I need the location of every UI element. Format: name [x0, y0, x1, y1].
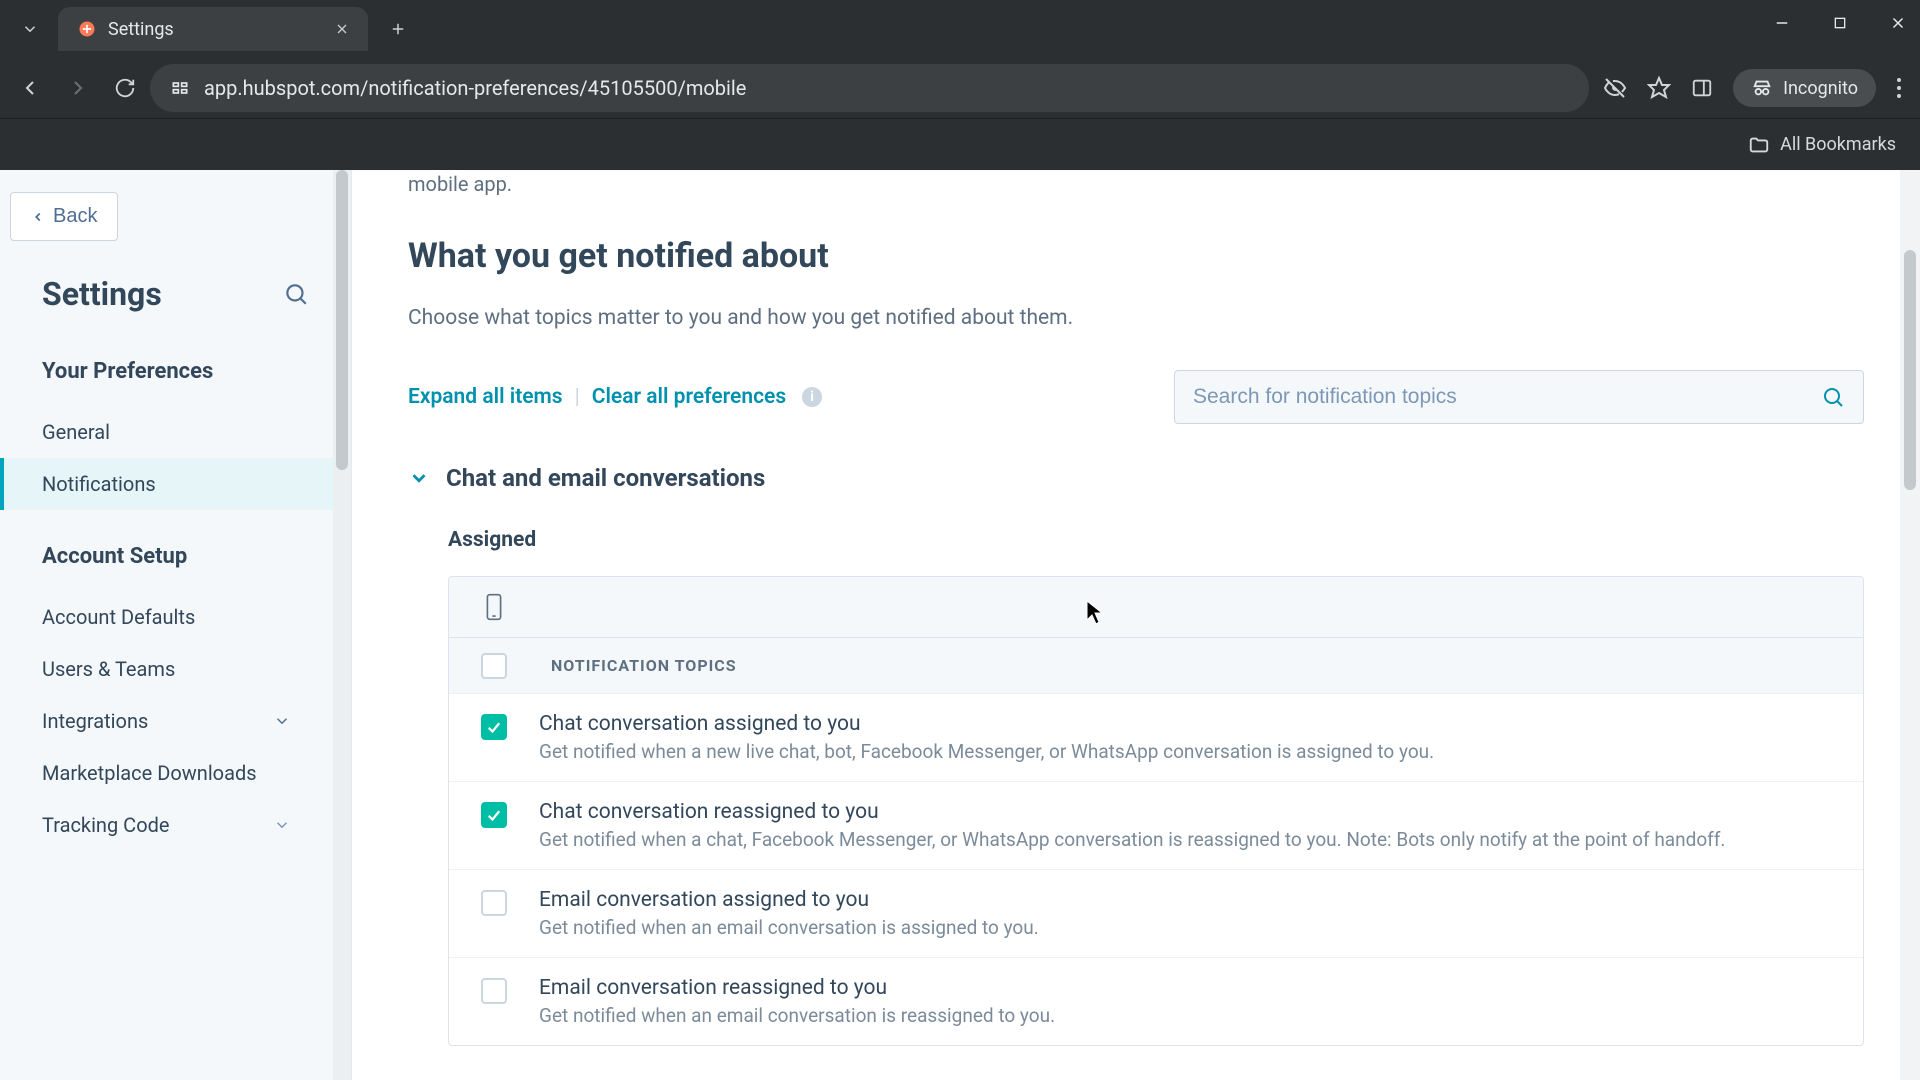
- select-all-checkbox[interactable]: [481, 653, 507, 679]
- topic-chat-email[interactable]: Chat and email conversations: [408, 464, 1864, 492]
- url-text: app.hubspot.com/notification-preferences…: [204, 76, 746, 100]
- search-topics-box[interactable]: [1174, 370, 1864, 424]
- tab-strip: Settings: [0, 0, 1920, 58]
- bookmarks-folder-icon: [1748, 134, 1770, 156]
- all-bookmarks-button[interactable]: All Bookmarks: [1780, 134, 1896, 155]
- sidebar-item-marketplace-downloads[interactable]: Marketplace Downloads: [0, 747, 351, 799]
- chevron-down-icon: [408, 467, 430, 489]
- bookmarks-bar: All Bookmarks: [0, 118, 1920, 170]
- nav-reload-button[interactable]: [114, 77, 136, 99]
- settings-title: Settings: [42, 275, 162, 313]
- sidebar-item-users-teams[interactable]: Users & Teams: [0, 643, 351, 695]
- row-title: Chat conversation reassigned to you: [539, 800, 1839, 824]
- incognito-icon: [1751, 77, 1773, 99]
- sidebar-section-preferences: Your Preferences: [0, 359, 351, 384]
- table-row: Email conversation assigned to you Get n…: [449, 869, 1863, 957]
- sidebar-scrollbar[interactable]: [333, 170, 351, 1080]
- row-checkbox[interactable]: [481, 714, 507, 740]
- row-description: Get notified when an email conversation …: [539, 1004, 1839, 1027]
- row-description: Get notified when a chat, Facebook Messe…: [539, 828, 1839, 851]
- back-label: Back: [53, 205, 97, 228]
- table-head-labels: NOTIFICATION TOPICS: [449, 637, 1863, 693]
- row-checkbox[interactable]: [481, 978, 507, 1004]
- browser-chrome: Settings app.hubspot.com/notification-pr…: [0, 0, 1920, 170]
- app-area: Back Settings Your Preferences General N…: [0, 170, 1920, 1080]
- nav-forward-button[interactable]: [66, 76, 90, 100]
- info-icon[interactable]: i: [802, 387, 822, 407]
- chevron-down-icon: [273, 816, 291, 834]
- table-row: Email conversation reassigned to you Get…: [449, 957, 1863, 1045]
- row-checkbox[interactable]: [481, 802, 507, 828]
- incognito-indicator[interactable]: Incognito: [1733, 69, 1876, 107]
- sidepanel-icon[interactable]: [1691, 77, 1713, 99]
- maximize-button[interactable]: [1828, 14, 1852, 32]
- row-title: Email conversation reassigned to you: [539, 976, 1839, 1000]
- tab-search-button[interactable]: [8, 7, 52, 51]
- tab-close-button[interactable]: [334, 21, 350, 37]
- back-button[interactable]: Back: [10, 192, 118, 241]
- table-head-icons: [449, 577, 1863, 637]
- sidebar: Back Settings Your Preferences General N…: [0, 170, 352, 1080]
- mobile-icon: [484, 593, 504, 621]
- table-row: Chat conversation reassigned to you Get …: [449, 781, 1863, 869]
- address-bar: app.hubspot.com/notification-preferences…: [0, 58, 1920, 118]
- sidebar-item-integrations[interactable]: Integrations: [0, 695, 351, 747]
- topic-title: Chat and email conversations: [446, 464, 765, 492]
- chevron-down-icon: [273, 712, 291, 730]
- eye-off-icon[interactable]: [1603, 76, 1627, 100]
- expand-all-button[interactable]: Expand all items: [408, 385, 563, 409]
- new-tab-button[interactable]: [380, 11, 416, 47]
- column-header-topics: NOTIFICATION TOPICS: [539, 656, 737, 675]
- row-checkbox[interactable]: [481, 890, 507, 916]
- sidebar-item-notifications[interactable]: Notifications: [0, 458, 351, 510]
- window-controls: [1770, 14, 1910, 32]
- row-description: Get notified when a new live chat, bot, …: [539, 740, 1839, 763]
- kebab-menu-icon[interactable]: [1896, 77, 1902, 99]
- search-topics-input[interactable]: [1193, 385, 1821, 409]
- main-scrollbar[interactable]: [1900, 170, 1920, 1080]
- page-heading: What you get notified about: [408, 236, 1864, 276]
- sidebar-section-account-setup: Account Setup: [0, 544, 351, 569]
- partial-text-top: mobile app.: [408, 170, 1864, 196]
- browser-tab[interactable]: Settings: [58, 7, 368, 51]
- group-assigned-title: Assigned: [448, 528, 1864, 552]
- settings-search-icon[interactable]: [283, 281, 309, 307]
- site-settings-icon[interactable]: [170, 78, 190, 98]
- row-description: Get notified when an email conversation …: [539, 916, 1839, 939]
- close-window-button[interactable]: [1886, 14, 1910, 32]
- chevron-left-icon: [31, 210, 45, 224]
- nav-back-button[interactable]: [18, 76, 42, 100]
- incognito-label: Incognito: [1783, 78, 1858, 99]
- sidebar-item-label: Tracking Code: [42, 813, 169, 837]
- row-title: Chat conversation assigned to you: [539, 712, 1839, 736]
- row-title: Email conversation assigned to you: [539, 888, 1839, 912]
- tab-title: Settings: [108, 19, 174, 40]
- search-icon[interactable]: [1821, 385, 1845, 409]
- address-field[interactable]: app.hubspot.com/notification-preferences…: [150, 64, 1589, 112]
- main-content: mobile app. What you get notified about …: [352, 170, 1920, 1080]
- sidebar-item-tracking-code[interactable]: Tracking Code: [0, 799, 351, 851]
- sidebar-item-general[interactable]: General: [0, 406, 351, 458]
- notification-table: NOTIFICATION TOPICS Chat conversation as…: [448, 576, 1864, 1046]
- page-subheading: Choose what topics matter to you and how…: [408, 306, 1864, 330]
- table-row: Chat conversation assigned to you Get no…: [449, 693, 1863, 781]
- clear-all-button[interactable]: Clear all preferences: [592, 385, 786, 409]
- sidebar-item-account-defaults[interactable]: Account Defaults: [0, 591, 351, 643]
- action-divider: |: [575, 385, 580, 409]
- tab-favicon-icon: [76, 18, 98, 40]
- sidebar-item-label: Integrations: [42, 709, 148, 733]
- bookmark-star-icon[interactable]: [1647, 76, 1671, 100]
- minimize-button[interactable]: [1770, 14, 1794, 32]
